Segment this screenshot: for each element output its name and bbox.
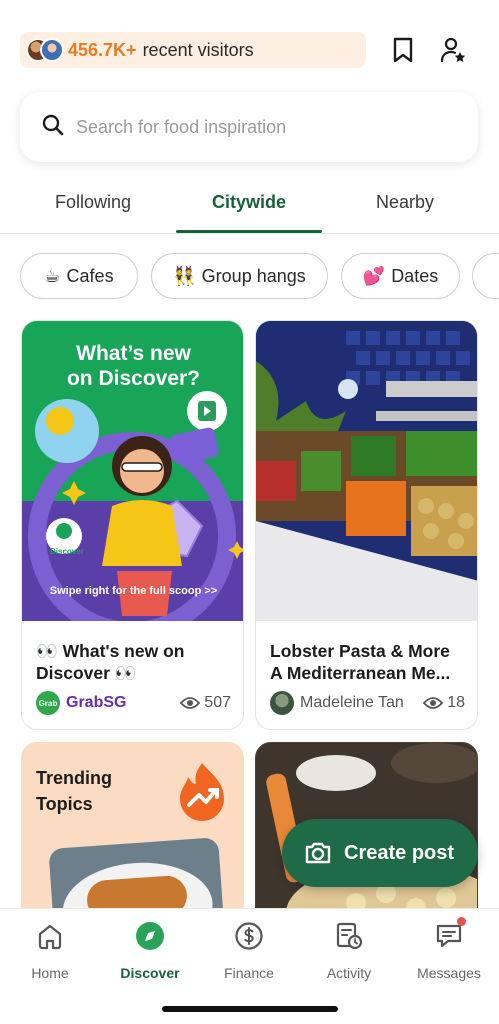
active-tab-indicator [176,230,322,233]
activity-icon [334,921,364,951]
compass-icon [135,921,165,951]
create-post-button[interactable]: Create post [282,819,478,887]
tab-nearby[interactable]: Nearby [352,192,458,213]
profile-star-icon[interactable] [439,36,467,64]
home-indicator [162,1006,338,1012]
avatar [40,38,64,62]
visitors-label: recent visitors [142,39,254,60]
camera-icon [305,842,331,864]
home-icon [35,921,65,951]
coffee-icon: ☕ [44,265,61,286]
visitors-count: 456.7K+ [68,39,137,60]
chip-label: Dates [391,265,439,286]
search-icon [42,114,64,141]
promo-footer: Swipe right for the full scoop >> [49,585,218,597]
recent-visitors-banner[interactable]: 456.7K+ recent visitors [20,32,366,68]
view-count: 507 [180,694,231,712]
post-meta: Madeleine Tan 18 [270,690,465,716]
chip-label: Cafes [66,265,114,286]
category-chips: ☕ Cafes 👯 Group hangs 💕 Dates [0,253,499,301]
dollar-icon [234,921,264,951]
view-count: 18 [423,694,465,712]
fire-trending-icon [180,763,224,821]
visitor-avatars [26,38,64,62]
bookmark-icon[interactable] [389,36,417,64]
messages-icon [434,917,466,951]
avatar: Grab [36,691,60,715]
post-meta: Grab GrabSG 507 [36,690,231,716]
avatar [270,691,294,715]
top-bar: 456.7K+ recent visitors [0,0,499,84]
discover-badge-label: Discover [50,547,84,556]
post-image [256,321,477,621]
author-name[interactable]: GrabSG [66,694,126,712]
group-icon: 👯 [173,265,196,286]
post-image: What’s new on Discover? Discover Swipe r… [22,321,243,621]
nav-discover[interactable]: Discover [105,921,195,981]
chip-label: Group hangs [201,265,306,286]
notification-dot [457,917,466,926]
create-post-label: Create post [344,841,455,864]
nav-home[interactable]: Home [5,921,95,981]
eye-icon [180,697,201,709]
chip-group-hangs[interactable]: 👯 Group hangs [151,253,328,299]
post-title: Lobster Pasta & More A Mediterranean Me.… [270,641,451,683]
feed-tabs: Following Citywide Nearby [0,182,499,234]
post-card[interactable]: Lobster Pasta & More A Mediterranean Me.… [255,320,478,730]
nav-messages[interactable]: Messages [404,917,494,981]
author-name[interactable]: Madeleine Tan [300,694,404,712]
promo-headline: What’s new [76,342,191,365]
nav-finance[interactable]: Finance [204,921,294,981]
vegetable-display-photo [256,321,477,621]
chip-dates[interactable]: 💕 Dates [341,253,460,299]
post-card[interactable]: What’s new on Discover? Discover Swipe r… [21,320,244,730]
nav-activity[interactable]: Activity [304,921,394,981]
hearts-icon: 💕 [362,265,386,286]
eye-icon [423,697,444,709]
search-bar[interactable]: Search for food inspiration [20,92,478,162]
chip-cafes[interactable]: ☕ Cafes [20,253,138,299]
tab-following[interactable]: Following [40,192,146,213]
search-input[interactable]: Search for food inspiration [76,117,286,138]
tab-citywide[interactable]: Citywide [196,192,302,213]
promo-headline: on Discover? [66,367,201,390]
post-title: 👀 What's new on Discover 👀 [36,641,185,683]
trending-topics-heading: Trending Topics [36,768,112,814]
chip-more[interactable] [472,253,499,299]
